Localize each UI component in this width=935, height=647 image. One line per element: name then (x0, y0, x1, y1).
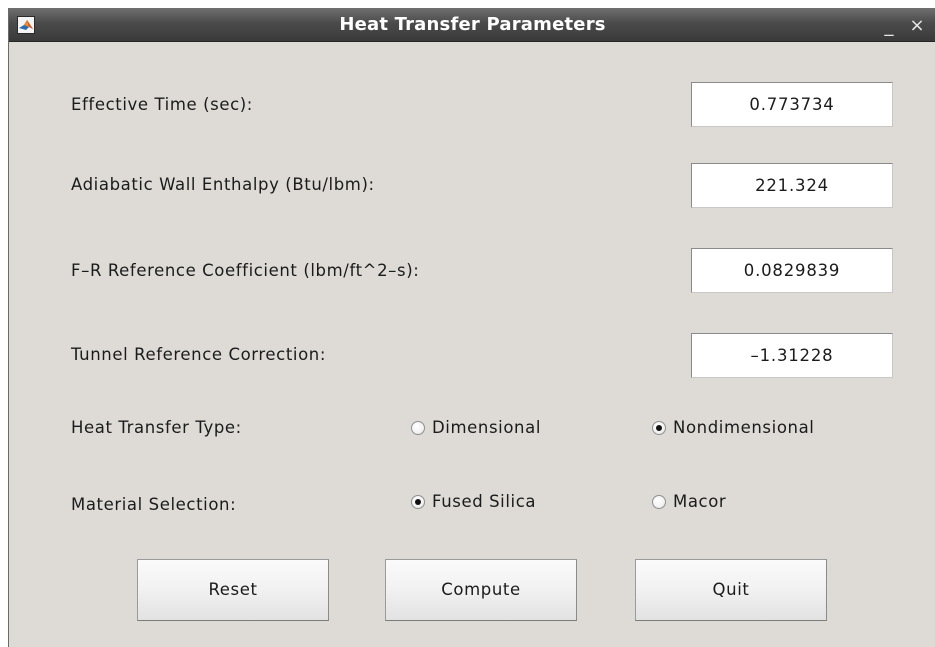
quit-button[interactable]: Quit (635, 559, 827, 621)
material-selection-label: Material Selection: (71, 495, 237, 514)
nondimensional-radio[interactable]: Nondimensional (652, 418, 814, 437)
radio-selected-icon[interactable] (652, 420, 666, 435)
adiabatic-wall-enthalpy-field[interactable] (691, 163, 893, 208)
dimensional-radio-label: Dimensional (432, 418, 541, 437)
radio-unselected-icon[interactable] (411, 420, 425, 435)
fused-silica-radio[interactable]: Fused Silica (411, 492, 536, 511)
reset-button[interactable]: Reset (137, 559, 329, 621)
heat-transfer-parameters-window: Heat Transfer Parameters _ × Effective T… (8, 8, 935, 647)
nondimensional-radio-label: Nondimensional (673, 418, 815, 437)
tunnel-reference-correction-field[interactable] (691, 333, 893, 378)
compute-button[interactable]: Compute (385, 559, 577, 621)
effective-time-field[interactable] (691, 82, 893, 127)
window-title: Heat Transfer Parameters (339, 14, 606, 35)
heat-transfer-type-label: Heat Transfer Type: (71, 418, 242, 437)
fr-reference-coefficient-label: F–R Reference Coefficient (lbm/ft^2–s): (71, 261, 420, 280)
close-icon[interactable]: × (906, 8, 928, 42)
dimensional-radio[interactable]: Dimensional (411, 418, 541, 437)
adiabatic-wall-enthalpy-label: Adiabatic Wall Enthalpy (Btu/lbm): (71, 175, 375, 194)
fr-reference-coefficient-field[interactable] (691, 248, 893, 293)
radio-selected-icon[interactable] (411, 494, 425, 509)
title-bar[interactable]: Heat Transfer Parameters _ × (9, 8, 935, 42)
macor-radio[interactable]: Macor (652, 492, 726, 511)
tunnel-reference-correction-label: Tunnel Reference Correction: (71, 345, 326, 364)
fused-silica-radio-label: Fused Silica (432, 492, 537, 511)
macor-radio-label: Macor (673, 492, 727, 511)
radio-unselected-icon[interactable] (652, 494, 666, 509)
effective-time-label: Effective Time (sec): (71, 95, 253, 114)
minimize-icon[interactable]: _ (878, 8, 900, 42)
